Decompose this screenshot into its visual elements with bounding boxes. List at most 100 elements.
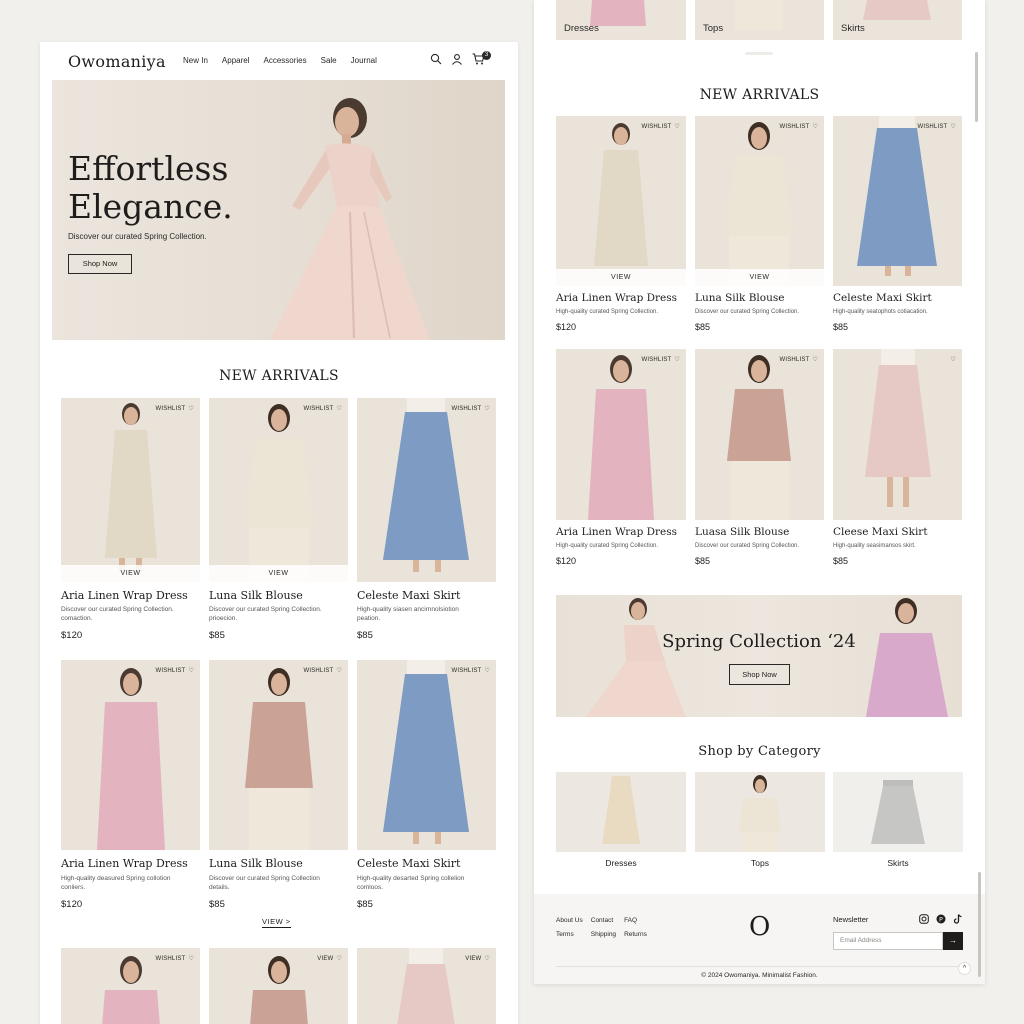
instagram-icon[interactable]: [919, 914, 929, 924]
footer-divider: [556, 966, 962, 967]
wishlist-button[interactable]: WISHLIST ♡: [779, 356, 818, 364]
product-image[interactable]: ♡: [833, 349, 962, 520]
nav-link-journal[interactable]: Journal: [351, 56, 377, 65]
category-photo: [739, 775, 781, 852]
newsletter-email-input[interactable]: Email Address: [833, 932, 943, 950]
scrollbar-thumb-lower[interactable]: [978, 872, 981, 977]
product-image[interactable]: WISHLIST ♡: [556, 349, 686, 520]
category-photo: [871, 780, 925, 844]
product-image[interactable]: WISHLIST ♡: [357, 398, 496, 582]
product-image[interactable]: WISHLIST ♡ VIEW: [695, 116, 824, 286]
product-image[interactable]: WISHLIST ♡: [61, 660, 200, 850]
wishlist-label: VIEW: [317, 955, 334, 962]
back-to-top-button[interactable]: ^: [958, 962, 971, 975]
footer-links: About Us Contact FAQ Terms Shipping Retu…: [556, 917, 647, 938]
category-tile-skirts[interactable]: Skirts: [833, 0, 962, 40]
quick-view-button[interactable]: VIEW: [61, 565, 200, 582]
banner-model-left: [586, 598, 686, 717]
product-photo: [588, 355, 654, 520]
product-image[interactable]: WISHLIST ♡ VIEW: [61, 398, 200, 582]
product-image[interactable]: WISHLIST ♡: [833, 116, 962, 286]
nav-link-accessories[interactable]: Accessories: [263, 56, 306, 65]
newsletter-submit-button[interactable]: →: [943, 932, 963, 950]
category-image[interactable]: [695, 772, 825, 852]
hero-shop-now-button[interactable]: Shop Now: [68, 254, 132, 274]
category-photo: [863, 0, 931, 20]
product-photo: [97, 668, 165, 850]
pinterest-icon[interactable]: P: [936, 914, 946, 924]
wishlist-button[interactable]: ♡: [947, 356, 956, 363]
footer-link-faq[interactable]: FAQ: [624, 917, 647, 924]
product-name[interactable]: Aria Linen Wrap Dress: [556, 526, 677, 538]
product-name[interactable]: Celeste Maxi Skirt: [833, 292, 932, 304]
category-card-skirts[interactable]: Skirts: [833, 772, 963, 868]
quick-view-button[interactable]: VIEW: [209, 565, 348, 582]
nav-link-new-in[interactable]: New In: [183, 56, 208, 65]
category-card-dresses[interactable]: Dresses: [556, 772, 686, 868]
footer-link-terms[interactable]: Terms: [556, 931, 583, 938]
footer-link-shipping[interactable]: Shipping: [591, 931, 616, 938]
product-name[interactable]: Cleese Maxi Skirt: [833, 526, 928, 538]
view-more-link[interactable]: VIEW >: [262, 917, 291, 928]
quick-view-button[interactable]: VIEW: [556, 269, 686, 286]
product-image[interactable]: WISHLIST ♡: [357, 660, 496, 850]
tiktok-icon[interactable]: [953, 914, 963, 924]
wishlist-label: WISHLIST: [641, 356, 672, 363]
product-name[interactable]: Luna Silk Blouse: [209, 589, 303, 602]
wishlist-button[interactable]: WISHLIST ♡: [155, 405, 194, 413]
wishlist-button[interactable]: WISHLIST ♡: [917, 123, 956, 131]
wishlist-button[interactable]: VIEW ♡: [317, 955, 342, 963]
wishlist-button[interactable]: WISHLIST ♡: [451, 405, 490, 413]
quick-view-button[interactable]: VIEW: [695, 269, 824, 286]
nav-link-sale[interactable]: Sale: [321, 56, 337, 65]
product-name[interactable]: Aria Linen Wrap Dress: [556, 292, 677, 304]
product-image[interactable]: VIEW ♡: [209, 948, 348, 1024]
product-name[interactable]: Luna Silk Blouse: [209, 857, 303, 870]
product-name[interactable]: Aria Linen Wrap Dress: [61, 857, 188, 870]
product-name[interactable]: Luna Silk Blouse: [695, 292, 784, 304]
wishlist-button[interactable]: WISHLIST ♡: [451, 667, 490, 675]
product-image[interactable]: WISHLIST ♡: [209, 660, 348, 850]
category-label: Skirts: [841, 23, 865, 34]
wishlist-button[interactable]: WISHLIST ♡: [303, 405, 342, 413]
product-image[interactable]: WISHLIST ♡ VIEW: [209, 398, 348, 582]
search-icon[interactable]: [430, 53, 442, 65]
heart-icon: ♡: [188, 956, 194, 962]
heart-icon: ♡: [812, 357, 818, 363]
footer-link-contact[interactable]: Contact: [591, 917, 616, 924]
footer-link-returns[interactable]: Returns: [624, 931, 647, 938]
heart-icon: ♡: [674, 357, 680, 363]
product-image[interactable]: VIEW ♡: [357, 948, 496, 1024]
wishlist-label: WISHLIST: [155, 667, 186, 674]
product-name[interactable]: Celeste Maxi Skirt: [357, 589, 460, 602]
category-image[interactable]: [556, 772, 686, 852]
category-photo: [735, 0, 783, 30]
category-card-tops[interactable]: Tops: [695, 772, 825, 868]
product-image[interactable]: WISHLIST ♡: [61, 948, 200, 1024]
product-image[interactable]: WISHLIST ♡ VIEW: [556, 116, 686, 286]
scrollbar-thumb[interactable]: [975, 52, 978, 122]
top-navigation: Owomaniya New In Apparel Accessories Sal…: [40, 42, 518, 80]
wishlist-button[interactable]: WISHLIST ♡: [641, 123, 680, 131]
wishlist-button[interactable]: WISHLIST ♡: [641, 356, 680, 364]
product-name[interactable]: Celeste Maxi Skirt: [357, 857, 460, 870]
product-name[interactable]: Luasa Silk Blouse: [695, 526, 789, 538]
nav-link-apparel[interactable]: Apparel: [222, 56, 250, 65]
wishlist-button[interactable]: WISHLIST ♡: [155, 955, 194, 963]
wishlist-button[interactable]: WISHLIST ♡: [303, 667, 342, 675]
wishlist-button[interactable]: WISHLIST ♡: [155, 667, 194, 675]
product-price: $120: [61, 630, 83, 641]
brand-logo[interactable]: Owomaniya: [68, 52, 166, 71]
footer-link-about[interactable]: About Us: [556, 917, 583, 924]
product-name[interactable]: Aria Linen Wrap Dress: [61, 589, 188, 602]
wishlist-button[interactable]: VIEW ♡: [465, 955, 490, 963]
heart-icon: ♡: [484, 668, 490, 674]
wishlist-button[interactable]: WISHLIST ♡: [779, 123, 818, 131]
category-tile-dresses[interactable]: Dresses: [556, 0, 686, 40]
product-image[interactable]: WISHLIST ♡: [695, 349, 824, 520]
banner-shop-now-button[interactable]: Shop Now: [729, 664, 790, 685]
account-icon[interactable]: [451, 53, 463, 65]
heart-icon: ♡: [950, 124, 956, 130]
category-image[interactable]: [833, 772, 963, 852]
category-tile-tops[interactable]: Tops: [695, 0, 824, 40]
